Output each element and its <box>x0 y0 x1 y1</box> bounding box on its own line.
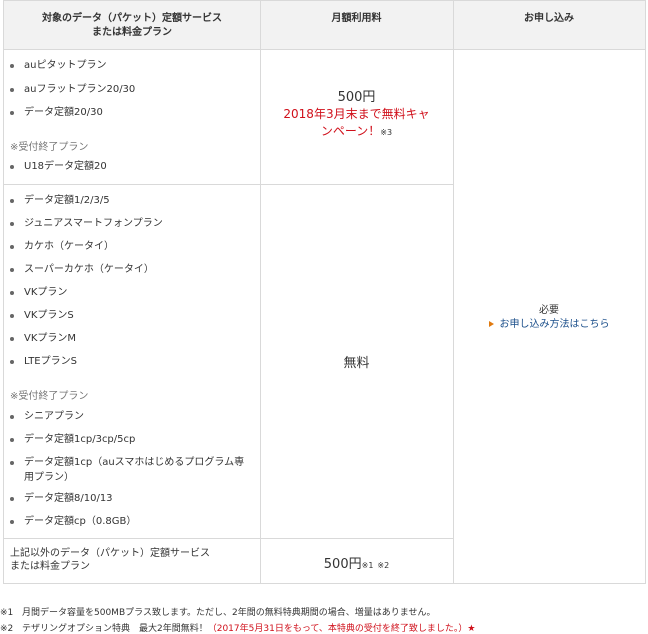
closed-plan-note: ※受付終了プラン <box>10 142 89 153</box>
bullet-icon <box>10 199 14 203</box>
apply-link-text[interactable]: お申し込み方法はこちら <box>500 319 610 330</box>
price-value: 500円 <box>323 557 362 572</box>
row-divider-header <box>4 49 645 50</box>
header-plan-line1: 対象のデータ（パケット）定額サービス <box>42 13 222 24</box>
campaign-line2: ンペーン！ <box>320 124 381 138</box>
row-divider-1 <box>4 184 453 185</box>
campaign-line1: 2018年3月末まで無料キャ <box>283 107 430 121</box>
header-plan: 対象のデータ（パケット）定額サービス または料金プラン <box>4 12 260 40</box>
footnote-1-mark: ※1 <box>0 608 14 618</box>
bullet-icon <box>10 415 14 419</box>
group3-label-line1: 上記以外のデータ（パケット）定額サービス <box>10 548 210 559</box>
bullet-icon <box>10 291 14 295</box>
bullet-icon <box>10 314 14 318</box>
campaign-mark: ※3 <box>380 128 393 137</box>
header-monthly-fee: 月額利用料 <box>331 13 382 24</box>
bullet-icon <box>10 461 14 465</box>
footnote-2: ※2 テザリングオプション特典 最大2年間無料！（2017年5月31日をもって、本… <box>0 621 476 634</box>
col-divider-2 <box>453 1 454 583</box>
bullet-icon <box>10 245 14 249</box>
header-apply: お申し込み <box>524 13 574 24</box>
bullet-icon <box>10 88 14 92</box>
bullet-icon <box>10 111 14 115</box>
bullet-icon <box>10 520 14 524</box>
price-value: 500円 <box>337 90 376 105</box>
header-plan-line2: または料金プラン <box>92 27 172 38</box>
bullet-icon <box>10 222 14 226</box>
footnote-1-text: 月間データ容量を500MBプラス致します。ただし、2年間の無料特典期間の場合、増… <box>22 608 436 618</box>
apply-cell: 必要 お申し込み方法はこちら <box>453 304 645 332</box>
price-group1: 500円 2018年3月末まで無料キャ ンペーン！※3 <box>260 89 453 141</box>
bullet-icon <box>10 337 14 341</box>
arrow-right-icon <box>488 321 494 327</box>
group3-label-line2: または料金プラン <box>10 561 90 572</box>
apply-link[interactable]: お申し込み方法はこちら <box>453 318 645 332</box>
price-group2: 無料 <box>343 356 370 371</box>
bullet-icon <box>10 165 14 169</box>
footnote-1: ※1 月間データ容量を500MBプラス致します。ただし、2年間の無料特典期間の場合… <box>0 605 436 618</box>
bullet-icon <box>10 438 14 442</box>
footnote-mark-1: ※1 <box>361 561 374 570</box>
bullet-icon <box>10 360 14 364</box>
footnote-mark-2: ※2 <box>377 561 390 570</box>
row-divider-2 <box>4 538 453 539</box>
closed-plan-note: ※受付終了プラン <box>10 391 89 402</box>
apply-required: 必要 <box>539 305 559 316</box>
group3-label: 上記以外のデータ（パケット）定額サービス または料金プラン <box>10 547 210 573</box>
bullet-icon <box>10 268 14 272</box>
plan-table: 対象のデータ（パケット）定額サービス または料金プラン 月額利用料 お申し込み … <box>3 0 646 584</box>
bullet-icon <box>10 497 14 501</box>
bullet-icon <box>10 64 14 68</box>
price-group3: 500円※1 ※2 <box>260 553 453 572</box>
